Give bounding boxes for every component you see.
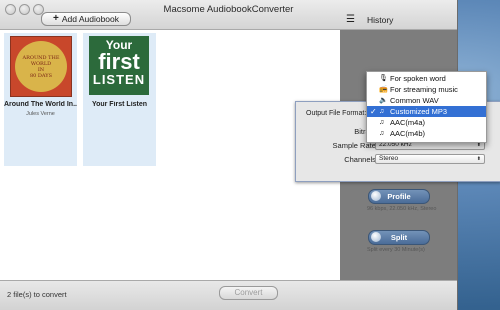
cover-text-line: LISTEN: [92, 72, 146, 87]
music-file-icon: ♫: [379, 119, 385, 126]
title-bar: Macsome AudiobookConverter + Add Audiobo…: [0, 0, 457, 30]
convert-button[interactable]: Convert: [219, 286, 278, 300]
menu-item-aac-m4a[interactable]: ♫ AAC(m4a): [367, 117, 486, 128]
audiobook-item[interactable]: AROUND THE WORLD IN 80 DAYS Around The W…: [4, 33, 77, 166]
split-note: Split every 30 Minute(s): [367, 247, 425, 253]
menu-item-label: For spoken word: [390, 74, 446, 83]
menu-item-label: Customized MP3: [390, 107, 448, 116]
menu-item-label: AAC(m4b): [390, 129, 426, 138]
menu-item-label: For streaming music: [390, 85, 458, 94]
book-title: Around The World In...: [4, 101, 77, 108]
updown-arrows-icon: ⬍: [476, 156, 481, 162]
menu-item-label: AAC(m4a): [390, 118, 426, 127]
channels-value: Stereo: [379, 155, 399, 162]
channels-label: Channels:: [344, 155, 378, 164]
book-title: Your First Listen: [91, 101, 148, 108]
split-label: Split: [390, 233, 408, 242]
history-label: History: [366, 14, 394, 25]
list-icon: ☰: [346, 14, 355, 25]
cover-text: AROUND THE WORLD IN 80 DAYS: [15, 41, 67, 92]
audiobook-item[interactable]: Your first LISTEN Your First Listen: [83, 33, 156, 166]
profile-note: 96 kbps, 22.050 kHz, Stereo: [367, 206, 437, 212]
history-button[interactable]: ☰ History: [346, 14, 393, 25]
output-format-label: Output File Format:: [306, 110, 367, 117]
split-icon: [371, 232, 381, 242]
menu-item-common-wav[interactable]: 🔈 Common WAV: [367, 95, 486, 106]
profile-button[interactable]: Profile: [368, 189, 430, 204]
checkmark-icon: ✓: [370, 107, 377, 116]
profile-label: Profile: [387, 192, 411, 201]
profile-icon: [371, 191, 381, 201]
speaker-icon: 🔈: [379, 97, 388, 104]
music-file-icon: ♫: [379, 130, 385, 137]
split-button[interactable]: Split: [368, 230, 430, 245]
audiobook-list: AROUND THE WORLD IN 80 DAYS Around The W…: [0, 30, 340, 280]
channels-select[interactable]: Stereo ⬍: [375, 154, 485, 164]
book-cover: AROUND THE WORLD IN 80 DAYS: [10, 36, 72, 97]
menu-item-label: Common WAV: [390, 96, 439, 105]
radio-icon: 📻: [379, 86, 388, 93]
add-audiobook-button[interactable]: + Add Audiobook: [41, 12, 131, 26]
menu-item-streaming-music[interactable]: 📻 For streaming music: [367, 84, 486, 95]
menu-item-spoken-word[interactable]: 🎙 For spoken word: [367, 73, 486, 84]
format-dropdown-menu: 🎙 For spoken word 📻 For streaming music …: [366, 71, 487, 143]
add-audiobook-label: Add Audiobook: [61, 14, 120, 24]
bottom-bar: 2 file(s) to convert Convert: [0, 280, 457, 310]
music-file-icon: ♫: [379, 108, 385, 115]
menu-item-customized-mp3[interactable]: ✓ ♫ Customized MP3: [367, 106, 486, 117]
file-count: 2 file(s) to convert: [7, 290, 67, 299]
microphone-icon: 🎙: [379, 75, 388, 82]
plus-icon: +: [52, 13, 59, 24]
menu-item-aac-m4b[interactable]: ♫ AAC(m4b): [367, 128, 486, 139]
book-author: Jules Verne: [26, 111, 55, 117]
cover-text-line: AROUND THE: [22, 54, 60, 61]
cover-text-line: 80 DAYS: [29, 72, 53, 79]
book-cover: Your first LISTEN: [89, 36, 149, 95]
